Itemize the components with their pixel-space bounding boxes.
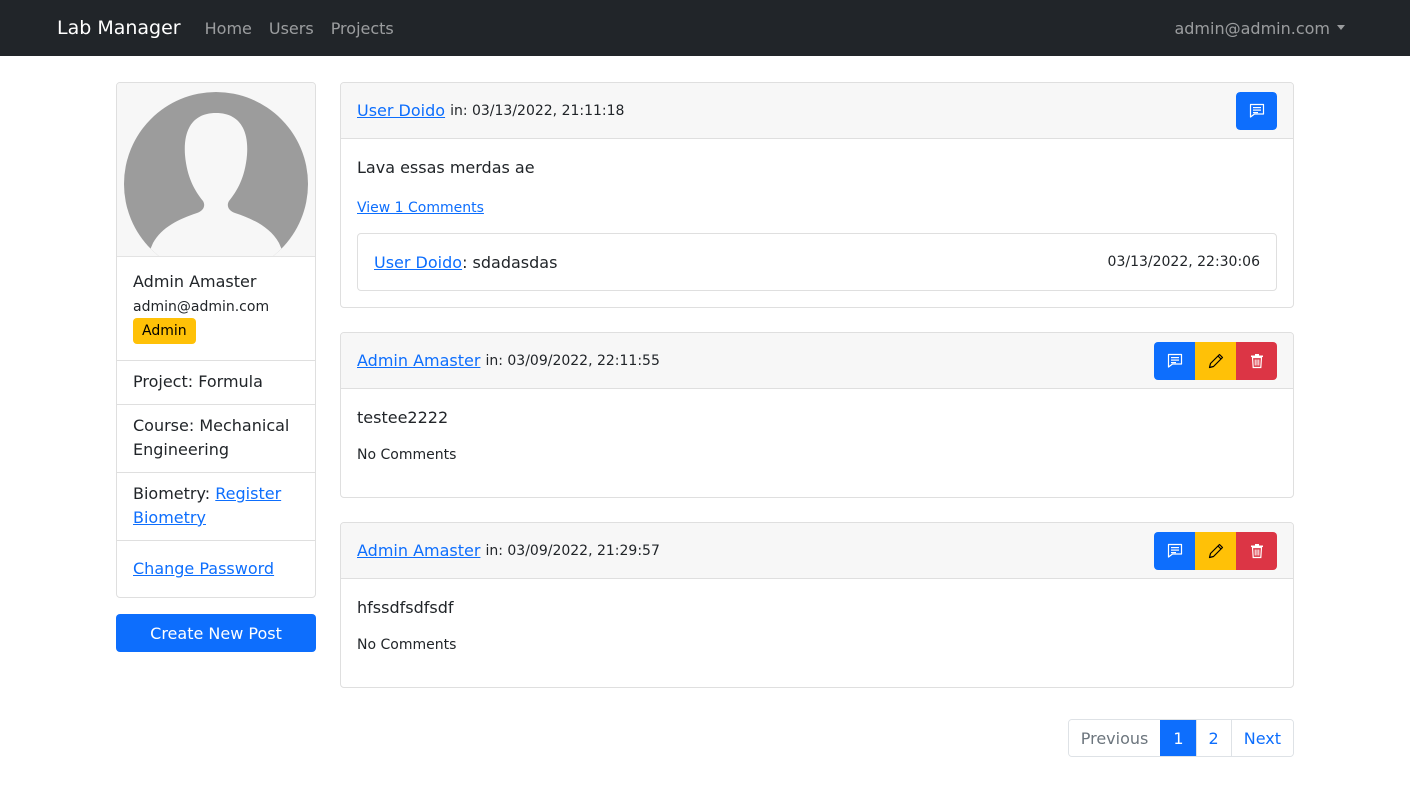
post-text: testee2222 [357,408,449,427]
change-password-link[interactable]: Change Password [133,559,274,578]
course-item: Course: Mechanical Engineering [117,405,315,473]
brand-link[interactable]: Lab Manager [57,17,181,39]
edit-button[interactable] [1195,342,1236,380]
post-date: in: 03/09/2022, 21:29:57 [485,542,660,559]
delete-button[interactable] [1236,532,1277,570]
post-header: Admin Amaster in: 03/09/2022, 21:29:57 [341,523,1293,579]
project-item: Project: Formula [117,361,315,405]
chat-icon [1167,543,1182,558]
post-header: User Doido in: 03/13/2022, 21:11:18 [341,83,1293,139]
no-comments-text: No Comments [357,447,457,463]
pagination-previous[interactable]: Previous [1068,720,1161,756]
biometry-label: Biometry: [133,484,211,503]
view-comments-link[interactable]: View 1 Comments [357,200,484,216]
profile-email: admin@admin.com [133,299,270,315]
comment-date: 03/13/2022, 22:30:06 [1107,254,1260,270]
post-date: in: 03/09/2022, 22:11:55 [485,352,660,369]
navbar: Lab Manager Home Users Projects admin@ad… [0,0,1410,56]
user-menu-dropdown[interactable]: admin@admin.com [1174,0,1345,56]
role-badge: Admin [133,318,196,344]
chat-icon [1167,353,1182,368]
user-silhouette-icon [124,92,308,256]
post-actions [1236,92,1277,130]
user-menu-label: admin@admin.com [1174,18,1330,38]
post-actions [1154,342,1277,380]
post-body: Lava essas merdas ae View 1 Comments Use… [341,139,1293,307]
post-body: testee2222 No Comments [341,389,1293,497]
post-text: Lava essas merdas ae [357,158,535,177]
post-author-link[interactable]: Admin Amaster [357,541,480,560]
comment-button[interactable] [1154,342,1195,380]
nav-link-users[interactable]: Users [269,19,314,38]
nav-link-projects[interactable]: Projects [331,19,394,38]
comment-author-link[interactable]: User Doido [374,253,462,272]
post-header: Admin Amaster in: 03/09/2022, 22:11:55 [341,333,1293,389]
post-card: Admin Amaster in: 03/09/2022, 21:29:57 h… [340,522,1294,688]
project-value: Formula [198,372,263,391]
comment-text: : sdadasdas [462,252,558,272]
edit-button[interactable] [1195,532,1236,570]
post-actions [1154,532,1277,570]
avatar [117,83,315,257]
delete-button[interactable] [1236,342,1277,380]
pagination-page-2[interactable]: 2 [1195,720,1231,756]
nav-link-home[interactable]: Home [205,19,252,38]
post-author-link[interactable]: Admin Amaster [357,351,480,370]
no-comments-text: No Comments [357,637,457,653]
pagination-next[interactable]: Next [1230,720,1293,756]
chat-icon [1249,103,1264,118]
post-body: hfssdfsdfsdf No Comments [341,579,1293,687]
comment-item: User Doido: sdadasdas 03/13/2022, 22:30:… [357,233,1277,291]
pagination-page-1[interactable]: 1 [1160,720,1196,756]
pencil-icon [1208,353,1223,369]
caret-down-icon [1337,24,1345,30]
profile-sidebar: Admin Amaster admin@admin.com Admin Proj… [116,82,316,652]
biometry-item: Biometry: Register Biometry [117,473,315,541]
post-card: Admin Amaster in: 03/09/2022, 22:11:55 t… [340,332,1294,498]
posts-feed: User Doido in: 03/13/2022, 21:11:18 Lava… [340,82,1294,712]
pencil-icon [1208,543,1223,559]
profile-card: Admin Amaster admin@admin.com Admin Proj… [116,82,316,598]
change-password-item: Change Password [117,541,315,597]
pagination: Previous 1 2 Next [1067,719,1294,757]
post-card: User Doido in: 03/13/2022, 21:11:18 Lava… [340,82,1294,308]
project-label: Project: [133,372,194,391]
profile-name: Admin Amaster [133,272,257,291]
post-author-link[interactable]: User Doido [357,101,445,120]
post-date: in: 03/13/2022, 21:11:18 [450,102,625,119]
profile-info: Admin Amaster admin@admin.com Admin [117,257,315,361]
comment-button[interactable] [1236,92,1277,130]
comment-content: User Doido: sdadasdas [374,253,557,272]
course-label: Course: [133,416,195,435]
post-text: hfssdfsdfsdf [357,598,454,617]
create-new-post-button[interactable]: Create New Post [116,614,316,652]
trash-icon [1250,354,1263,369]
trash-icon [1250,544,1263,559]
comment-button[interactable] [1154,532,1195,570]
